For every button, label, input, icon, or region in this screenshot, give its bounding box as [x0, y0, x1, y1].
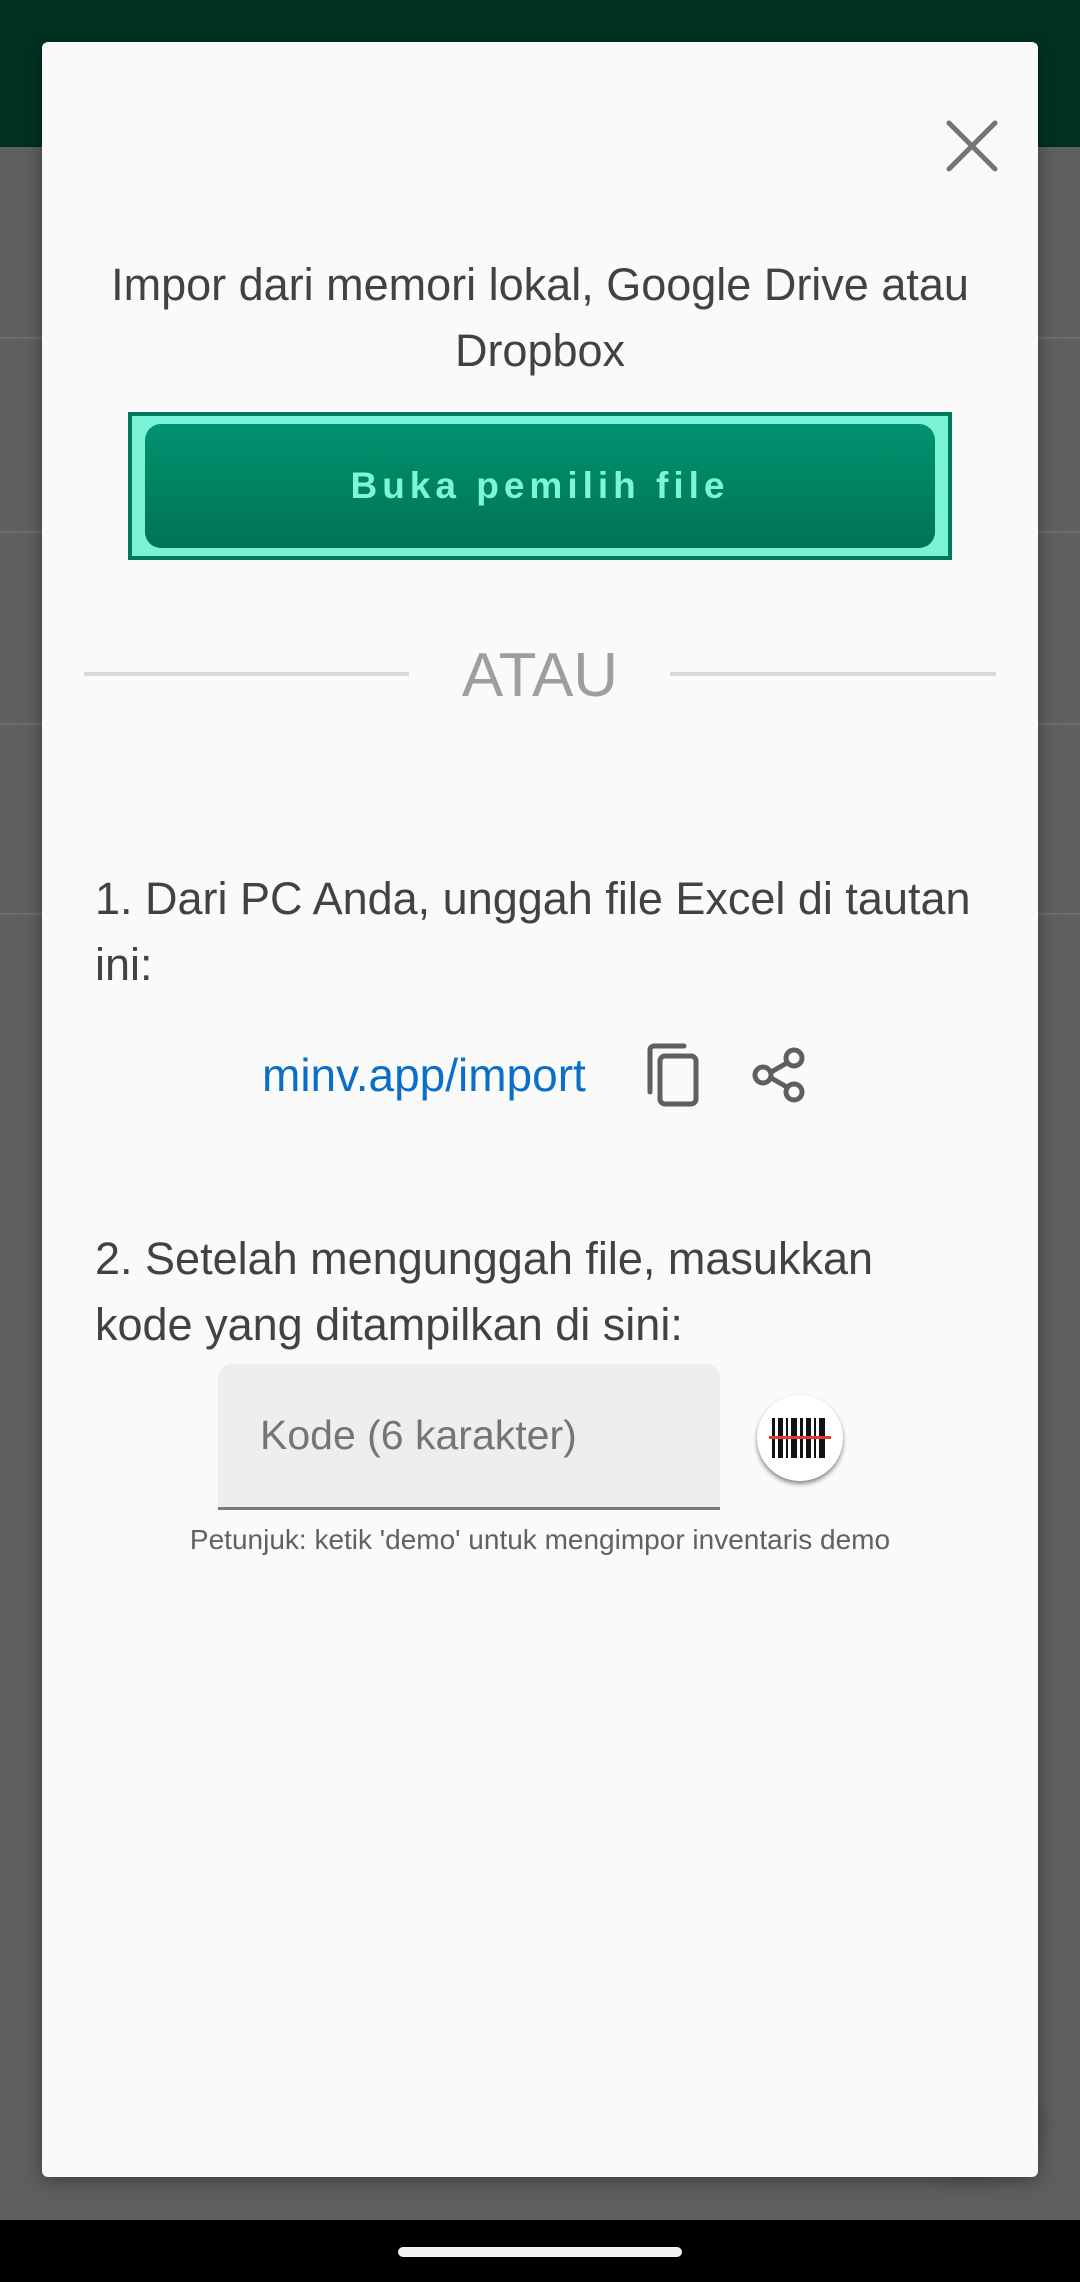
code-input-container: [218, 1364, 720, 1510]
import-link-row: minv.app/import: [42, 1032, 1038, 1118]
scan-barcode-button[interactable]: [757, 1395, 843, 1481]
share-link-button[interactable]: [739, 1032, 819, 1118]
close-button[interactable]: [922, 96, 1022, 196]
step-2-text: 2. Setelah mengunggah file, masukkan kod…: [95, 1233, 874, 1350]
divider-right: [670, 672, 996, 676]
import-link[interactable]: minv.app/import: [262, 1042, 586, 1108]
open-file-picker-button[interactable]: Buka pemilih file: [128, 412, 952, 560]
import-title: Impor dari memori lokal, Google Drive at…: [111, 259, 969, 376]
code-input[interactable]: [218, 1364, 720, 1507]
home-indicator[interactable]: [398, 2247, 682, 2257]
step-1-text: 1. Dari PC Anda, unggah file Excel di ta…: [95, 873, 971, 990]
barcode-scan-icon: [769, 1418, 831, 1458]
share-icon: [752, 1047, 805, 1103]
copy-icon: [647, 1043, 699, 1107]
close-icon: [946, 120, 998, 172]
divider-left: [84, 672, 409, 676]
open-file-picker-label: Buka pemilih file: [145, 424, 935, 548]
hint-text: Petunjuk: ketik 'demo' untuk mengimpor i…: [189, 1524, 891, 1555]
import-dialog: Impor dari memori lokal, Google Drive at…: [42, 42, 1038, 2177]
or-label: ATAU: [461, 641, 619, 710]
copy-link-button[interactable]: [634, 1032, 714, 1118]
